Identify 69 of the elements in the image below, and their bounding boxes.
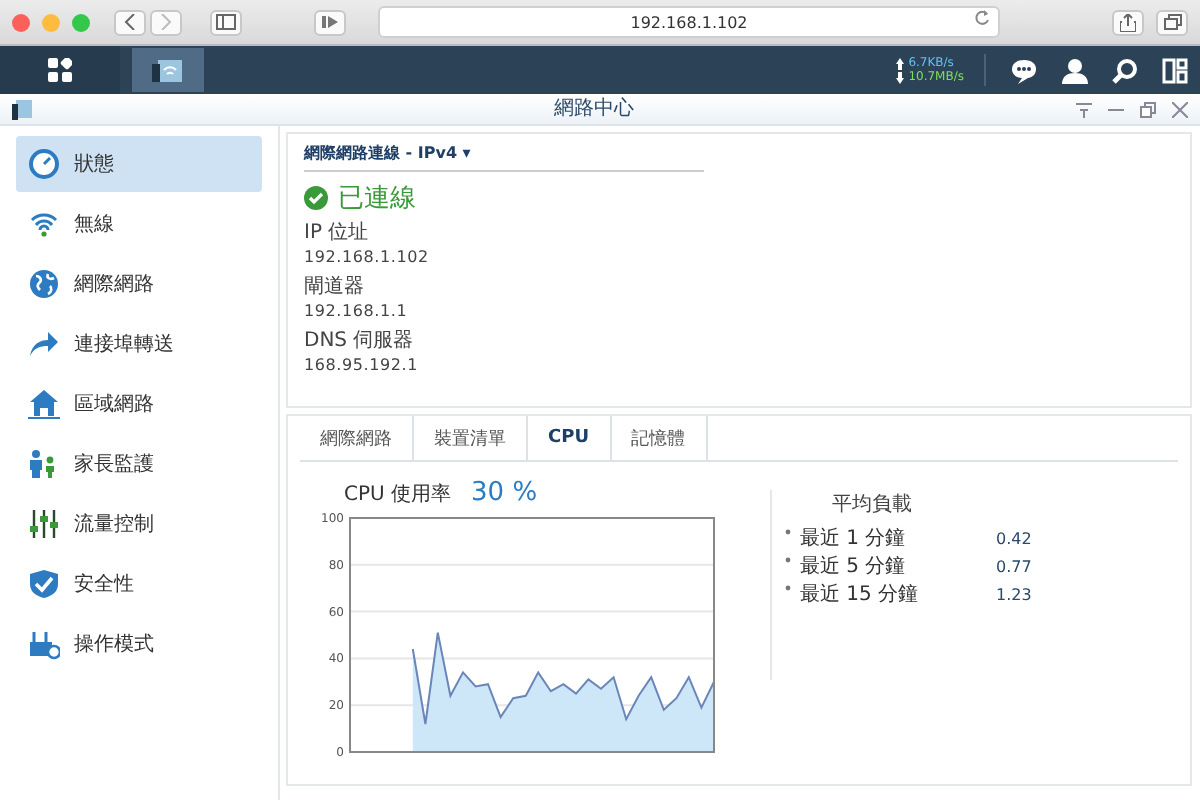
sidebar-item[interactable]: 區域網路	[16, 376, 262, 432]
sidebar-button[interactable]	[210, 9, 242, 35]
sidebar-item[interactable]: 家長監護	[16, 436, 262, 492]
connection-status: 已連線	[338, 182, 416, 216]
load-value: 1.23	[996, 584, 1032, 608]
sidebar-item[interactable]: 網際網路	[16, 256, 262, 312]
chevron-left-icon	[124, 14, 136, 30]
back-button[interactable]	[114, 9, 146, 35]
sliders-icon	[28, 508, 60, 540]
sidebar-item[interactable]: 流量控制	[16, 496, 262, 552]
upload-arrow-icon	[896, 57, 905, 69]
chat-icon	[1010, 57, 1038, 83]
download-arrow-icon	[896, 71, 905, 83]
router-icon	[28, 628, 60, 660]
reload-icon	[974, 10, 990, 26]
gauge-icon	[28, 148, 60, 180]
share-icon	[1120, 13, 1136, 31]
field-label: IP 位址	[304, 222, 371, 246]
sidebar-item[interactable]: 連接埠轉送	[16, 316, 262, 372]
field-label: 閘道器	[304, 276, 366, 300]
router-icon	[152, 56, 184, 84]
sidebar-item[interactable]: 安全性	[16, 556, 262, 612]
cpu-usage-label: CPU 使用率	[344, 481, 452, 508]
sidebar-icon	[216, 14, 236, 30]
arrow-icon	[28, 328, 60, 360]
load-label: 最近 1 分鐘	[800, 526, 908, 554]
user-icon	[1062, 57, 1088, 83]
connection-header[interactable]: 網際網路連線 - IPv4 ▾	[304, 142, 704, 172]
play-icon	[322, 16, 338, 28]
grid-icon	[48, 58, 72, 82]
load-average-title: 平均負載	[832, 491, 914, 518]
tab[interactable]: 網際網路	[300, 416, 414, 460]
field-value: 192.168.1.102	[304, 246, 431, 270]
chevron-right-icon	[160, 14, 172, 30]
load-label: 最近 5 分鐘	[800, 554, 908, 582]
restore-button[interactable]	[1140, 101, 1156, 117]
network-center-taskbar-button[interactable]	[132, 48, 204, 92]
sidebar-item[interactable]: 無線	[16, 196, 262, 252]
tab[interactable]: 記憶體	[611, 416, 708, 460]
close-window-button[interactable]	[12, 13, 30, 31]
load-label: 最近 15 分鐘	[800, 582, 921, 610]
sidebar-item[interactable]: 操作模式	[16, 616, 262, 672]
load-value: 0.77	[996, 556, 1032, 580]
pin-button[interactable]	[1076, 101, 1092, 117]
window-title: 網路中心	[552, 95, 634, 124]
field-label: DNS 伺服器	[304, 330, 416, 354]
app-icon	[12, 98, 32, 120]
globe-icon	[28, 268, 60, 300]
check-circle-icon	[304, 186, 328, 210]
main-menu-button[interactable]	[0, 46, 120, 94]
share-button[interactable]	[1112, 9, 1144, 35]
close-button[interactable]	[1172, 101, 1188, 117]
reader-button[interactable]	[314, 9, 346, 35]
tabs-icon	[1163, 14, 1181, 30]
field-value: 192.168.1.1	[304, 300, 410, 324]
widgets-icon	[1162, 57, 1188, 83]
cpu-usage-value: 30 %	[471, 478, 538, 508]
house-icon	[28, 388, 60, 420]
address-field[interactable]: 192.168.1.102	[378, 6, 1000, 38]
search-icon	[1112, 57, 1138, 83]
people-icon	[28, 448, 60, 480]
shield-icon	[28, 568, 60, 600]
load-value: 0.42	[996, 528, 1032, 552]
field-value: 168.95.192.1	[304, 354, 421, 378]
sidebar-item[interactable]: 狀態	[16, 136, 262, 192]
tab[interactable]: CPU	[528, 416, 612, 460]
wifi-icon	[28, 208, 60, 240]
tab[interactable]: 裝置清單	[414, 416, 528, 460]
tabs-button[interactable]	[1156, 9, 1188, 35]
